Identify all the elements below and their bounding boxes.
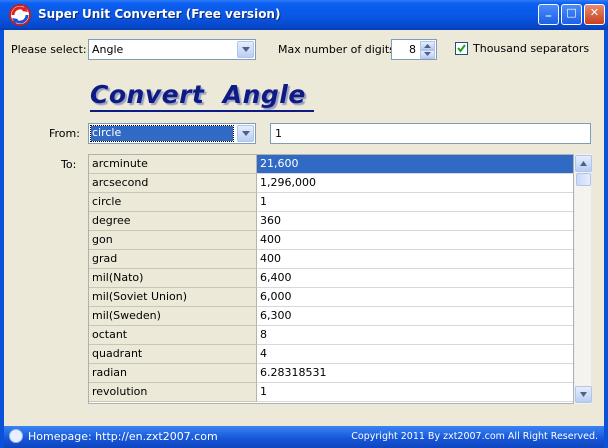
unit-name-cell: grad — [89, 250, 257, 269]
category-dropdown-button[interactable] — [237, 41, 254, 58]
from-unit-select[interactable]: circle — [88, 123, 256, 144]
checkmark-icon — [457, 44, 466, 53]
converted-value-cell[interactable]: 1 — [257, 383, 573, 402]
table-row[interactable]: mil(Nato) 6,400 — [89, 269, 573, 288]
unit-name-cell: degree — [89, 212, 257, 231]
from-label: From: — [49, 127, 80, 140]
table-row[interactable]: revolution 1 — [89, 383, 573, 402]
converted-value-cell[interactable]: 6,400 — [257, 269, 573, 288]
unit-name-cell: radian — [89, 364, 257, 383]
client-area: Please select: Angle Max number of digit… — [4, 30, 604, 448]
unit-name-cell: mil(Nato) — [89, 269, 257, 288]
arrow-up-icon — [580, 161, 587, 166]
unit-name-cell: gon — [89, 231, 257, 250]
table-row[interactable]: grad 400 — [89, 250, 573, 269]
converted-value-cell[interactable]: 6,000 — [257, 288, 573, 307]
table-row[interactable]: arcminute 21,600 — [89, 155, 573, 174]
max-digits-value: 8 — [409, 43, 416, 56]
homepage-icon — [9, 429, 23, 443]
table-row[interactable]: octant 8 — [89, 326, 573, 345]
chevron-down-icon — [242, 131, 250, 136]
page-heading: Convert Angle — [90, 80, 325, 109]
converted-value-cell[interactable]: 400 — [257, 231, 573, 250]
minimize-button[interactable]: _ — [538, 4, 559, 25]
converted-value-cell[interactable]: 21,600 — [257, 155, 573, 174]
spin-down-button[interactable] — [420, 50, 435, 59]
unit-name-cell: arcsecond — [89, 174, 257, 193]
converted-value-cell[interactable]: 4 — [257, 345, 573, 364]
unit-name-cell: mil(Sweden) — [89, 307, 257, 326]
minimize-icon: _ — [545, 4, 552, 17]
from-unit-value: circle — [90, 125, 234, 142]
table-row[interactable]: mil(Soviet Union) 6,000 — [89, 288, 573, 307]
close-icon: ✕ — [589, 6, 600, 19]
app-window: Super Unit Converter (Free version) _ □ … — [0, 0, 608, 448]
thousand-separators-checkbox[interactable] — [455, 42, 468, 55]
table-row[interactable]: mil(Sweden) 6,300 — [89, 307, 573, 326]
converted-value-cell[interactable]: 6.28318531 — [257, 364, 573, 383]
scroll-thumb[interactable] — [576, 173, 591, 186]
status-bar: Homepage: http://en.zxt2007.com Copyrigh… — [4, 426, 604, 448]
scroll-down-button[interactable] — [575, 386, 592, 403]
results-table[interactable]: arcminute 21,600 arcsecond 1,296,000 circle 1… — [88, 154, 574, 404]
unit-name-cell: arcminute — [89, 155, 257, 174]
max-digits-label: Max number of digits: — [278, 43, 399, 56]
from-unit-dropdown-button[interactable] — [237, 125, 254, 142]
unit-name-cell: revolution — [89, 383, 257, 402]
arrow-up-icon — [424, 44, 431, 48]
table-row[interactable]: quadrant 4 — [89, 345, 573, 364]
title-bar[interactable]: Super Unit Converter (Free version) _ □ … — [0, 0, 608, 30]
window-title: Super Unit Converter (Free version) — [38, 7, 281, 21]
maximize-button[interactable]: □ — [561, 4, 582, 25]
unit-name-cell: circle — [89, 193, 257, 212]
converted-value-cell[interactable]: 400 — [257, 250, 573, 269]
table-row[interactable]: degree 360 — [89, 212, 573, 231]
unit-name-cell: mil(Soviet Union) — [89, 288, 257, 307]
maximize-icon: □ — [566, 6, 577, 19]
from-amount-value: 1 — [275, 127, 282, 140]
close-button[interactable]: ✕ — [584, 4, 605, 25]
table-row[interactable]: circle 1 — [89, 193, 573, 212]
unit-name-cell: octant — [89, 326, 257, 345]
copyright-text: Copyright 2011 By zxt2007.com All Right … — [351, 431, 598, 442]
to-label: To: — [61, 158, 77, 171]
thousand-separators-label: Thousand separators — [473, 42, 590, 55]
from-amount-input[interactable]: 1 — [270, 123, 591, 144]
table-row[interactable]: radian 6.28318531 — [89, 364, 573, 383]
app-logo-icon — [9, 4, 31, 26]
category-select[interactable]: Angle — [88, 39, 256, 60]
converted-value-cell[interactable]: 8 — [257, 326, 573, 345]
chevron-down-icon — [242, 47, 250, 52]
converted-value-cell[interactable]: 6,300 — [257, 307, 573, 326]
spin-up-button[interactable] — [420, 41, 435, 50]
arrow-down-icon — [580, 392, 587, 397]
table-row[interactable]: gon 400 — [89, 231, 573, 250]
scroll-up-button[interactable] — [575, 155, 592, 172]
homepage-link[interactable]: Homepage: http://en.zxt2007.com — [28, 430, 218, 443]
heading-underline — [90, 110, 314, 112]
category-value: Angle — [92, 43, 124, 56]
table-row[interactable]: arcsecond 1,296,000 — [89, 174, 573, 193]
converted-value-cell[interactable]: 360 — [257, 212, 573, 231]
max-digits-stepper[interactable]: 8 — [391, 39, 437, 60]
please-select-label: Please select: — [11, 43, 87, 56]
converted-value-cell[interactable]: 1 — [257, 193, 573, 212]
unit-name-cell: quadrant — [89, 345, 257, 364]
arrow-down-icon — [424, 52, 431, 56]
converted-value-cell[interactable]: 1,296,000 — [257, 174, 573, 193]
results-scrollbar[interactable] — [574, 154, 592, 404]
